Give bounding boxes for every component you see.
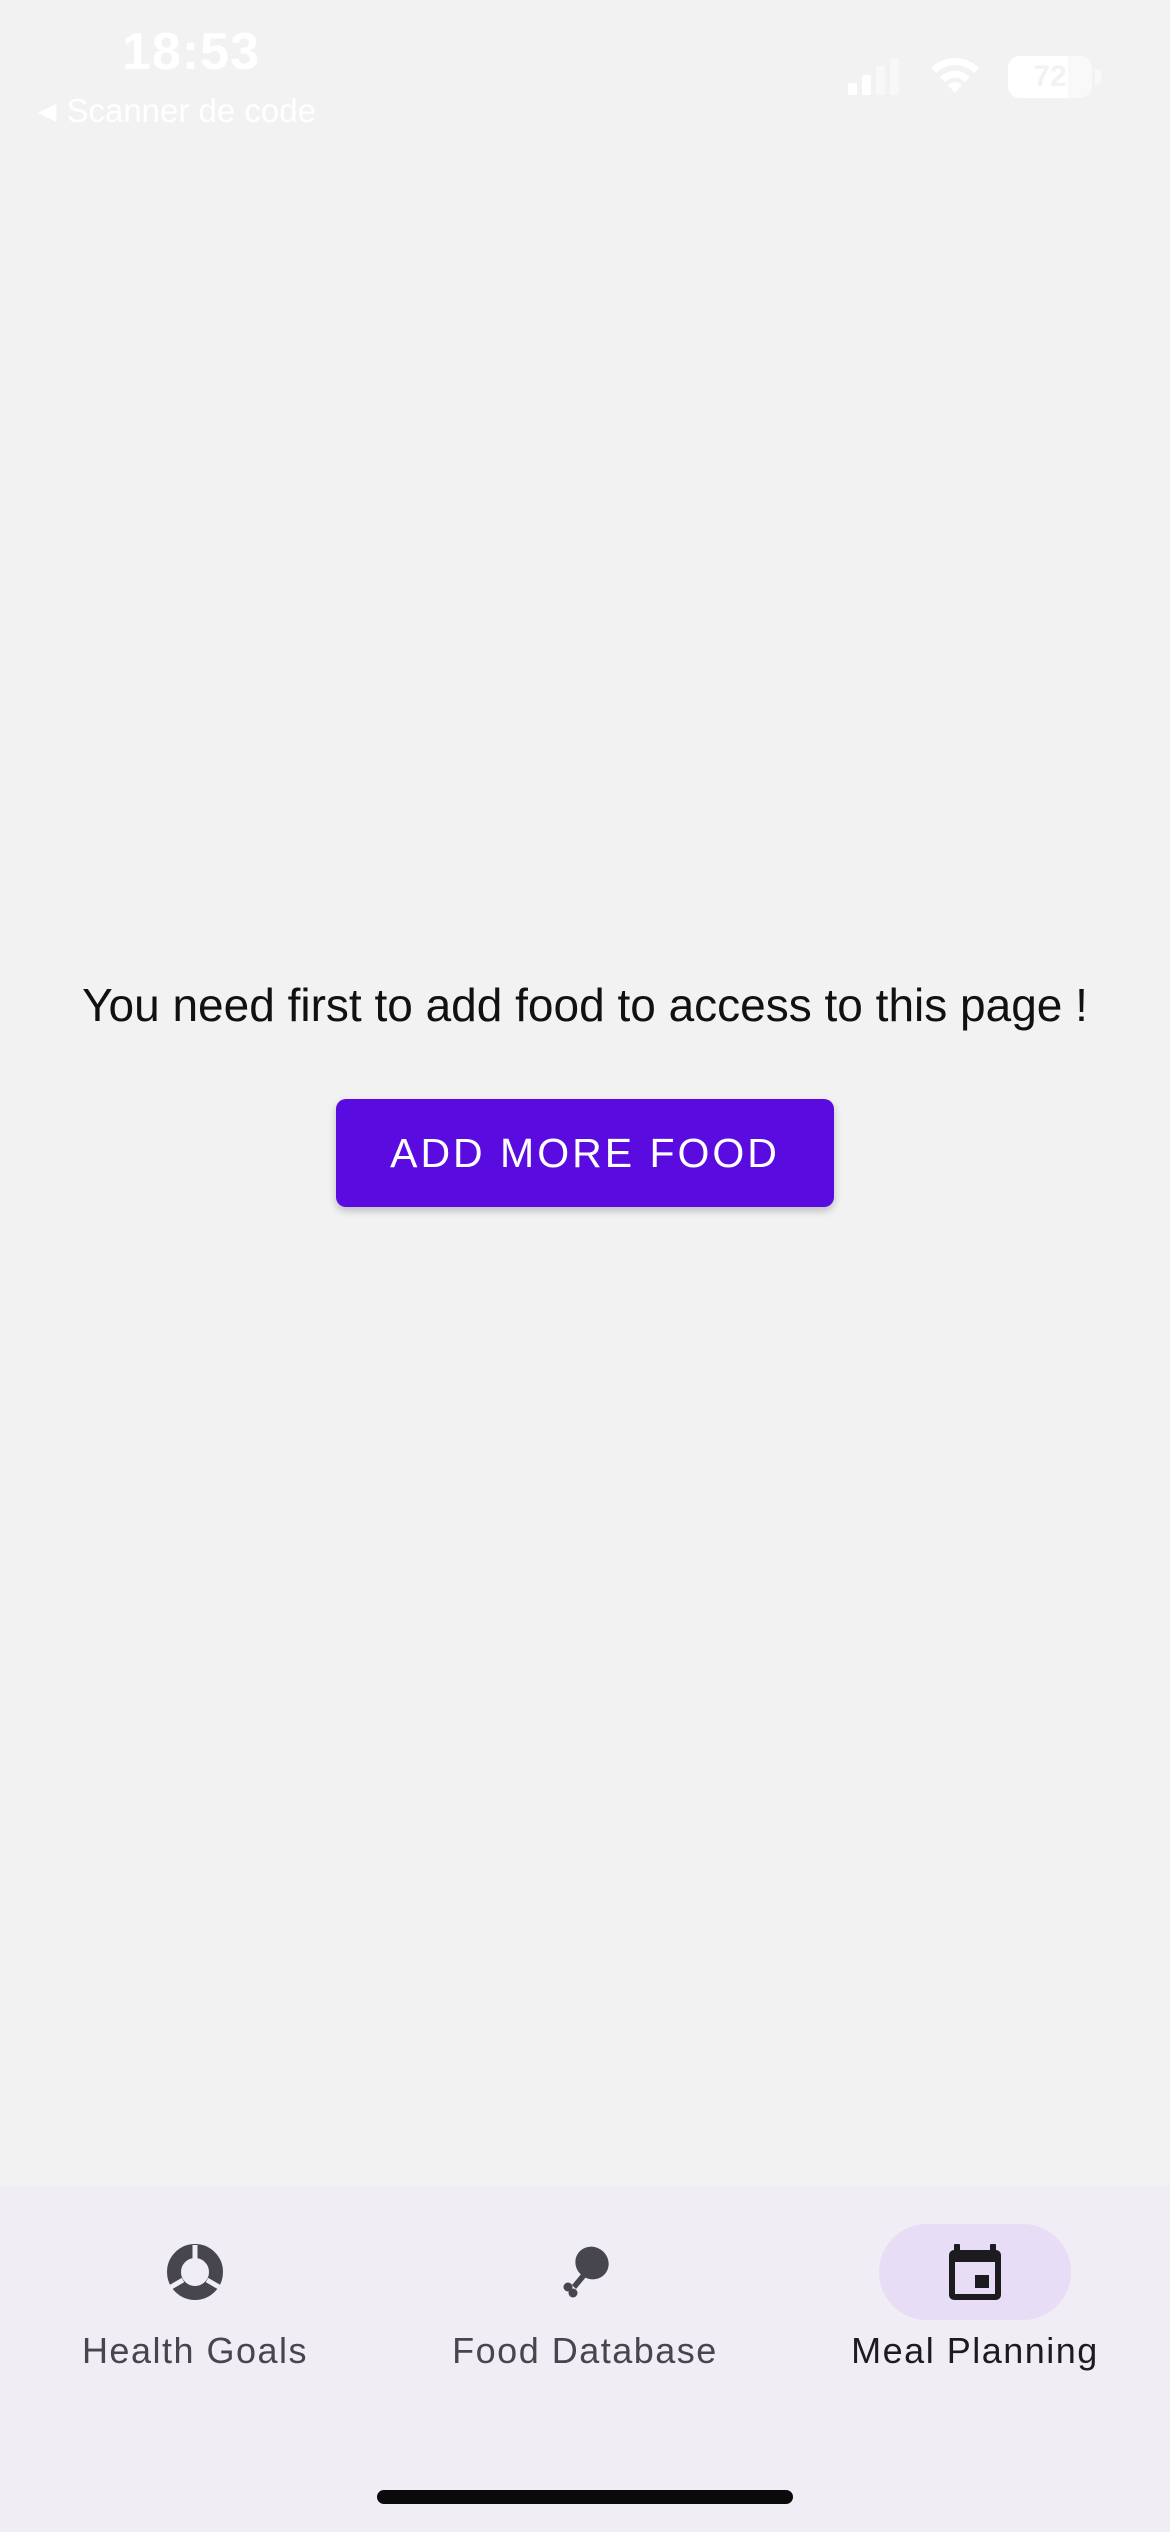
back-link-label: Scanner de code	[66, 92, 316, 129]
status-bar: 18:53 ◀ Scanner de code 72	[0, 0, 1170, 140]
nav-label-health-goals: Health Goals	[81, 2330, 309, 2371]
bottom-navigation-bar: Health Goals Food Database Meal Planning	[0, 2186, 1170, 2532]
nav-icon-container	[489, 2224, 681, 2320]
app-screen: 18:53 ◀ Scanner de code 72 You need firs…	[0, 0, 1170, 2532]
add-more-food-button[interactable]: ADD MORE FOOD	[336, 1099, 834, 1207]
back-to-app-link[interactable]: ◀ Scanner de code	[38, 92, 316, 130]
cellular-signal-icon	[848, 58, 899, 95]
wifi-icon	[931, 58, 979, 93]
drumstick-icon	[563, 2246, 609, 2298]
nav-label-meal-planning: Meal Planning	[851, 2330, 1099, 2371]
nav-item-food-database[interactable]: Food Database	[390, 2224, 780, 2394]
back-triangle-icon: ◀	[38, 97, 57, 125]
home-indicator[interactable]	[377, 2490, 793, 2504]
empty-state-message: You need first to add food to access to …	[82, 979, 1088, 1031]
nav-icon-container	[99, 2224, 291, 2320]
nav-active-indicator	[879, 2224, 1071, 2320]
nav-item-health-goals[interactable]: Health Goals	[0, 2224, 390, 2394]
nav-label-food-database: Food Database	[452, 2330, 718, 2371]
status-time: 18:53	[122, 23, 260, 81]
battery-level: 72	[1033, 60, 1067, 93]
status-indicators: 72	[846, 56, 1101, 98]
battery-icon: 72	[1008, 56, 1101, 98]
battery-nub	[1095, 69, 1101, 85]
calendar-icon	[949, 2244, 1001, 2300]
nav-item-meal-planning[interactable]: Meal Planning	[780, 2224, 1170, 2394]
donut-chart-icon	[167, 2244, 223, 2300]
